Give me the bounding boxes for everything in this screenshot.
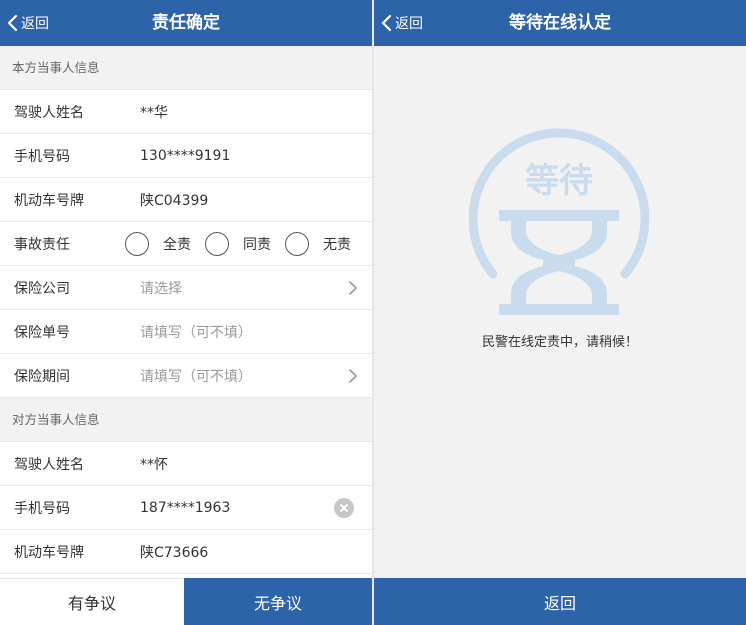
other-driver-name-value: **怀 [140, 456, 168, 473]
insurance-company-select[interactable]: 请选择 [140, 278, 182, 298]
own-driver-name-row: 驾驶人姓名 **华 [0, 90, 372, 134]
other-driver-name-row: 驾驶人姓名 **怀 [0, 442, 372, 486]
action-bar: 有争议 无争议 [0, 578, 372, 625]
graphic-label: 等待 [525, 161, 593, 201]
waiting-screen: 返回 等待在线认定 等待 民警在线定责中，请稍候！ 返回 [374, 0, 746, 625]
chevron-right-icon [349, 281, 357, 295]
insurance-policy-label: 保险单号 [14, 324, 70, 341]
insurance-period-row[interactable]: 保险期间 请填写（可不填） [0, 354, 372, 398]
other-driver-name-label: 驾驶人姓名 [14, 456, 84, 473]
liability-full-label: 全责 [163, 237, 191, 253]
back-button[interactable]: 返回 [6, 0, 49, 46]
insurance-period-label: 保险期间 [14, 368, 70, 385]
other-party-section-title: 对方当事人信息 [0, 398, 372, 442]
clear-icon[interactable] [334, 498, 354, 518]
chevron-left-icon [381, 14, 392, 32]
liability-equal-label: 同责 [243, 237, 271, 253]
liability-label: 事故责任 [14, 236, 70, 253]
radio-circle[interactable] [205, 232, 229, 256]
chevron-right-icon [349, 369, 357, 383]
own-phone-label: 手机号码 [14, 148, 70, 165]
back-label: 返回 [395, 16, 423, 32]
back-label: 返回 [21, 16, 49, 32]
own-driver-name-label: 驾驶人姓名 [14, 104, 84, 121]
own-plate-row: 机动车号牌 陕C04399 [0, 178, 372, 222]
other-plate-value: 陕C73666 [140, 544, 209, 561]
insurance-policy-row: 保险单号 请填写（可不填） [0, 310, 372, 354]
radio-circle[interactable] [125, 232, 149, 256]
liability-screen: 返回 责任确定 本方当事人信息 驾驶人姓名 **华 手机号码 130****91… [0, 0, 372, 625]
liability-equal-radio[interactable]: 同责 [205, 232, 271, 256]
own-phone-value: 130****9191 [140, 147, 231, 164]
liability-radio-group: 全责 同责 无责 [125, 222, 351, 266]
top-bar: 返回 责任确定 [0, 0, 372, 46]
radio-circle[interactable] [285, 232, 309, 256]
own-plate-value: 陕C04399 [140, 192, 209, 209]
hourglass-icon: 等待 [469, 128, 649, 315]
other-phone-label: 手机号码 [14, 500, 70, 517]
liability-full-radio[interactable]: 全责 [125, 232, 191, 256]
page-title: 等待在线认定 [509, 13, 611, 33]
own-plate-label: 机动车号牌 [14, 192, 84, 209]
insurance-company-row[interactable]: 保险公司 请选择 [0, 266, 372, 310]
other-plate-row: 机动车号牌 陕C73666 [0, 530, 372, 574]
top-bar: 返回 等待在线认定 [374, 0, 746, 46]
insurance-policy-input[interactable]: 请填写（可不填） [140, 322, 252, 342]
insurance-period-input[interactable]: 请填写（可不填） [140, 366, 252, 386]
own-phone-row: 手机号码 130****9191 [0, 134, 372, 178]
other-plate-label: 机动车号牌 [14, 544, 84, 561]
own-party-section-title: 本方当事人信息 [0, 46, 372, 90]
chevron-left-icon [7, 14, 18, 32]
page-title: 责任确定 [152, 13, 220, 33]
own-driver-name-value: **华 [140, 104, 168, 121]
liability-none-radio[interactable]: 无责 [285, 232, 351, 256]
insurance-company-label: 保险公司 [14, 280, 70, 297]
liability-none-label: 无责 [323, 237, 351, 253]
dispute-button[interactable]: 有争议 [0, 578, 184, 625]
waiting-message: 民警在线定责中，请稍候！ [481, 335, 638, 350]
other-phone-input[interactable]: 187****1963 [140, 500, 230, 516]
back-button[interactable]: 返回 [380, 0, 423, 46]
other-phone-row: 手机号码 187****1963 [0, 486, 372, 530]
no-dispute-button[interactable]: 无争议 [184, 578, 372, 625]
form-content: 本方当事人信息 驾驶人姓名 **华 手机号码 130****9191 机动车号牌… [0, 46, 372, 574]
return-button[interactable]: 返回 [374, 578, 746, 625]
liability-row: 事故责任 全责 同责 无责 [0, 222, 372, 266]
